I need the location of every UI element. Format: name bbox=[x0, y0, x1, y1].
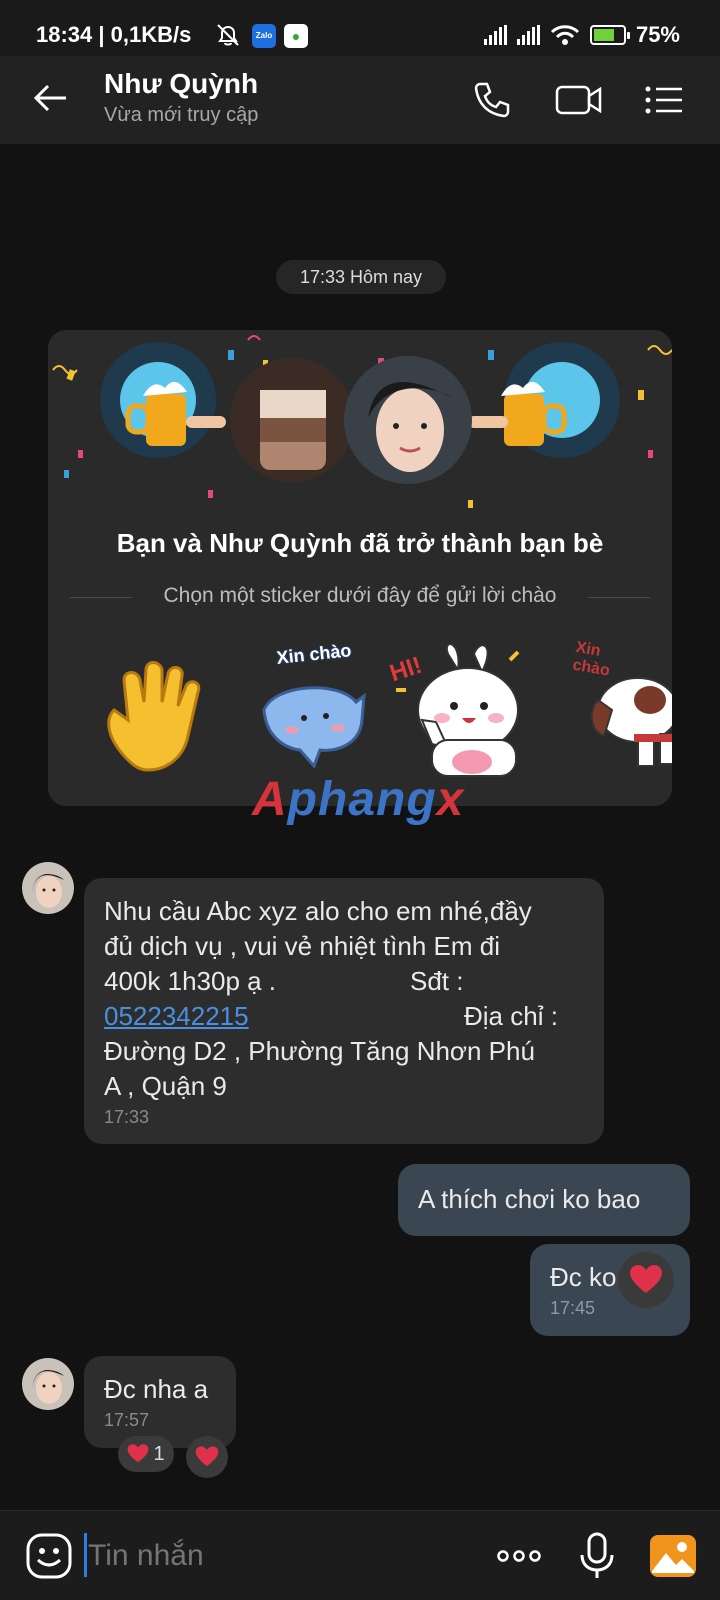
message-bubble-received[interactable]: Đc nha a 17:57 bbox=[84, 1356, 236, 1448]
message-line: Nhu cầu Abc xyz alo cho em nhé,đầy bbox=[104, 896, 532, 926]
mute-bell-icon bbox=[217, 24, 239, 46]
message-line: đủ dịch vụ , vui vẻ nhiệt tình Em đi bbox=[104, 931, 500, 961]
phone-number-link[interactable]: 0522342215 bbox=[104, 1001, 249, 1031]
message-line: A , Quận 9 bbox=[104, 1071, 227, 1101]
contact-name[interactable]: Như Quỳnh bbox=[104, 68, 258, 100]
sticker-xin-chao-dog[interactable]: Xin chào bbox=[568, 640, 672, 780]
friend-card-subtitle-row: Chọn một sticker dưới đây để gửi lời chà… bbox=[70, 584, 650, 612]
watermark: Aphangx bbox=[252, 773, 465, 826]
sticker-waving-hand[interactable] bbox=[88, 640, 228, 780]
message-bubble-sent[interactable]: A thích chơi ko bao bbox=[398, 1164, 690, 1236]
message-price: 400k 1h30p ạ . bbox=[104, 966, 277, 996]
address-label: Địa chỉ : bbox=[464, 1001, 558, 1031]
reaction-count-badge[interactable]: 1 bbox=[118, 1436, 174, 1472]
friend-card: Bạn và Như Quỳnh đã trở thành bạn bè Chọ… bbox=[48, 330, 672, 806]
phone-label: Sđt : bbox=[410, 966, 464, 996]
message-time: 17:33 bbox=[104, 1107, 150, 1127]
cat-illustration bbox=[262, 686, 366, 769]
more-dots-icon[interactable] bbox=[494, 1531, 544, 1581]
message-line: 400k 1h30p ạ . Sđt : bbox=[104, 964, 584, 999]
zalo-icon: Zalo bbox=[252, 24, 276, 48]
signal-icon bbox=[483, 25, 507, 45]
date-chip: 17:33 Hôm nay bbox=[276, 260, 446, 294]
message-text: Nhu cầu Abc xyz alo cho em nhé,đầy đủ dị… bbox=[84, 878, 604, 1104]
message-time: 17:45 bbox=[550, 1298, 596, 1318]
battery-percent: 75% bbox=[635, 22, 680, 47]
chat-header: Như Quỳnh Vừa mới truy cập bbox=[0, 56, 720, 144]
network-speed: | 0,1KB/s bbox=[98, 22, 192, 47]
friend-avatar[interactable] bbox=[22, 1358, 74, 1410]
reaction-button[interactable] bbox=[618, 1252, 674, 1308]
message-input[interactable] bbox=[84, 1533, 384, 1579]
reaction-count: 1 bbox=[153, 1442, 165, 1465]
my-avatar bbox=[230, 358, 354, 482]
friend-card-illustration bbox=[52, 335, 672, 508]
message-text: Đc nha a bbox=[104, 1374, 209, 1404]
microphone-icon[interactable] bbox=[572, 1531, 622, 1581]
heart-icon bbox=[195, 1446, 219, 1467]
image-icon[interactable] bbox=[648, 1531, 698, 1581]
sticker-xin-chao-cat[interactable]: Xin chào bbox=[244, 640, 384, 780]
message-text: A thích chơi ko bao bbox=[418, 1184, 641, 1214]
heart-icon bbox=[128, 1444, 149, 1463]
phone-icon[interactable] bbox=[470, 78, 514, 122]
menu-list-icon[interactable] bbox=[642, 78, 686, 122]
message-input-bar bbox=[0, 1510, 720, 1600]
wifi-icon bbox=[550, 25, 580, 45]
contact-status: Vừa mới truy cập bbox=[104, 104, 259, 126]
back-arrow-icon[interactable] bbox=[30, 78, 70, 118]
divider bbox=[588, 597, 650, 598]
dog-illustration bbox=[590, 677, 672, 767]
status-time: 18:34 | 0,1KB/s bbox=[36, 22, 192, 47]
video-icon[interactable] bbox=[554, 78, 604, 122]
sticker-hi-bunny[interactable]: HI! bbox=[386, 640, 532, 780]
battery-charging-icon bbox=[589, 25, 630, 45]
beer-mug-left bbox=[100, 342, 226, 458]
message-line: Đường D2 , Phường Tăng Nhơn Phú bbox=[104, 1036, 535, 1066]
message-line: 0522342215 Địa chỉ : bbox=[104, 999, 584, 1034]
friend-avatar[interactable] bbox=[22, 862, 74, 914]
reaction-button[interactable] bbox=[186, 1436, 228, 1478]
emoji-icon[interactable] bbox=[24, 1531, 74, 1581]
app-icon: ● bbox=[284, 24, 308, 48]
signal-icon bbox=[516, 25, 540, 45]
heart-icon bbox=[630, 1265, 662, 1293]
friend-card-subtitle: Chọn một sticker dưới đây để gửi lời chà… bbox=[163, 584, 557, 607]
friend-card-title: Bạn và Như Quỳnh đã trở thành bạn bè bbox=[116, 528, 604, 558]
friend-avatar bbox=[344, 356, 472, 484]
avatar-photo bbox=[22, 862, 74, 914]
message-bubble-received[interactable]: Nhu cầu Abc xyz alo cho em nhé,đầy đủ dị… bbox=[84, 878, 604, 1144]
avatar-photo bbox=[22, 1358, 74, 1410]
